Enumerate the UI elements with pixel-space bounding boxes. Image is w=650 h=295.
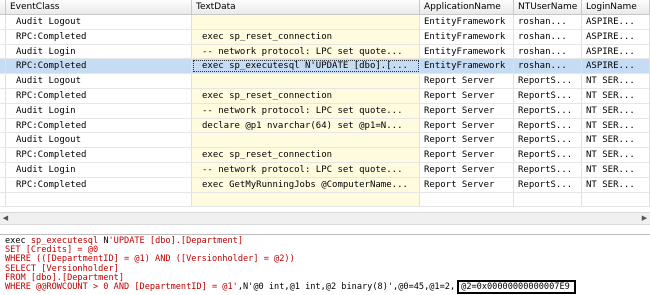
scroll-left-arrow-icon[interactable]: ◀ <box>0 213 11 224</box>
cell-applicationname: EntityFramework <box>420 29 514 44</box>
cell-loginname: NT SER... <box>582 148 650 162</box>
horizontal-scrollbar[interactable]: ◀ ▶ <box>0 212 650 225</box>
cell-loginname: NT SER... <box>582 133 650 148</box>
cell-eventclass: Audit Logout <box>6 133 192 148</box>
cell-textdata <box>192 192 420 207</box>
cell-textdata: exec sp_reset_connection <box>192 29 420 44</box>
cell-applicationname: Report Server <box>420 103 514 118</box>
textdata-detail-pane[interactable]: exec sp_executesql N'UPDATE [dbo].[Depar… <box>0 234 650 295</box>
table-row[interactable]: RPC:Completed exec sp_reset_connection Ent… <box>0 29 650 45</box>
cell-eventclass: Audit Logout <box>6 15 192 29</box>
grid-header: EventClass TextData ApplicationName NTUs… <box>0 0 650 15</box>
column-header-loginname[interactable]: LoginName <box>582 0 650 14</box>
highlighted-version-param: @2=0x00000000000007E9 <box>457 280 576 295</box>
cell-loginname: NT SER... <box>582 74 650 88</box>
cell-eventclass <box>6 192 192 207</box>
cell-ntusername: ReportS... <box>514 74 582 88</box>
table-row[interactable]: RPC:Completed exec sp_reset_connection Rep… <box>0 88 650 104</box>
cell-ntusername: ReportS... <box>514 177 582 192</box>
table-row[interactable] <box>0 192 650 208</box>
cell-loginname <box>582 192 650 207</box>
cell-textdata: declare @p1 nvarchar(64) set @p1=N... <box>192 118 420 133</box>
cell-textdata <box>192 133 420 148</box>
table-row[interactable]: Audit Logout EntityFramework roshan... ASPI… <box>0 15 650 30</box>
table-row[interactable]: RPC:Completed exec GetMyRunningJobs @Comp… <box>0 177 650 193</box>
cell-loginname: NT SER... <box>582 88 650 103</box>
cell-eventclass: RPC:Completed <box>6 59 192 74</box>
sql-line-6: WHERE @@ROWCOUNT > 0 AND [DepartmentID] … <box>5 282 238 293</box>
cell-eventclass: Audit Login <box>6 162 192 177</box>
column-header-textdata[interactable]: TextData <box>192 0 420 14</box>
table-row[interactable]: Audit Logout Report Server ReportS... NT SE… <box>0 74 650 89</box>
cell-applicationname: Report Server <box>420 118 514 133</box>
cell-loginname: NT SER... <box>582 103 650 118</box>
cell-textdata: -- network protocol: LPC set quote... <box>192 44 420 59</box>
cell-loginname: ASPIRE... <box>582 59 650 74</box>
cell-eventclass: Audit Login <box>6 44 192 59</box>
cell-ntusername: ReportS... <box>514 148 582 162</box>
table-row[interactable]: RPC:Completed exec sp_executesql N'UPDATE… <box>0 59 650 75</box>
cell-textdata <box>192 74 420 88</box>
sql-line-1: 'UPDATE [dbo].[Department] <box>108 236 244 246</box>
cell-applicationname: Report Server <box>420 177 514 192</box>
cell-ntusername: ReportS... <box>514 103 582 118</box>
cell-eventclass: RPC:Completed <box>6 148 192 162</box>
scroll-right-arrow-icon[interactable]: ▶ <box>639 213 650 224</box>
cell-ntusername: ReportS... <box>514 133 582 148</box>
cell-applicationname: Report Server <box>420 148 514 162</box>
cell-loginname: NT SER... <box>582 177 650 192</box>
trace-grid: EventClass TextData ApplicationName NTUs… <box>0 0 650 212</box>
cell-textdata: exec sp_executesql N'UPDATE [dbo].[... <box>192 59 420 74</box>
cell-eventclass: Audit Login <box>6 103 192 118</box>
cell-ntusername <box>514 192 582 207</box>
cell-applicationname <box>420 192 514 207</box>
cell-textdata: exec sp_reset_connection <box>192 88 420 103</box>
column-header-eventclass[interactable]: EventClass <box>6 0 192 14</box>
cell-eventclass: RPC:Completed <box>6 118 192 133</box>
cell-applicationname: Report Server <box>420 133 514 148</box>
cell-textdata: -- network protocol: LPC set quote... <box>192 103 420 118</box>
cell-ntusername: roshan... <box>514 15 582 29</box>
cell-eventclass: RPC:Completed <box>6 177 192 192</box>
cell-ntusername: roshan... <box>514 59 582 74</box>
table-row[interactable]: RPC:Completed exec sp_reset_connection Rep… <box>0 148 650 163</box>
sql-n-prefix: N <box>98 236 109 246</box>
cell-applicationname: Report Server <box>420 74 514 88</box>
cell-textdata <box>192 15 420 29</box>
cell-textdata: -- network protocol: LPC set quote... <box>192 162 420 177</box>
cell-textdata: exec GetMyRunningJobs @ComputerName... <box>192 177 420 192</box>
cell-ntusername: roshan... <box>514 29 582 44</box>
cell-loginname: ASPIRE... <box>582 29 650 44</box>
cell-ntusername: ReportS... <box>514 162 582 177</box>
cell-applicationname: Report Server <box>420 162 514 177</box>
cell-applicationname: EntityFramework <box>420 15 514 29</box>
cell-eventclass: RPC:Completed <box>6 29 192 44</box>
cell-loginname: ASPIRE... <box>582 15 650 29</box>
table-row[interactable]: Audit Logout Report Server ReportS... NT SE… <box>0 133 650 149</box>
cell-ntusername: roshan... <box>514 44 582 59</box>
cell-textdata: exec sp_reset_connection <box>192 148 420 162</box>
sql-params: ,N'@0 int,@1 int,@2 binary(8)',@0=45,@1=… <box>237 282 456 293</box>
table-row[interactable]: Audit Login -- network protocol: LPC set … <box>0 44 650 60</box>
column-header-applicationname[interactable]: ApplicationName <box>420 0 514 14</box>
table-row[interactable]: Audit Login -- network protocol: LPC set … <box>0 103 650 119</box>
table-row[interactable]: Audit Login -- network protocol: LPC set … <box>0 162 650 178</box>
cell-applicationname: Report Server <box>420 88 514 103</box>
cell-ntusername: ReportS... <box>514 118 582 133</box>
cell-ntusername: ReportS... <box>514 88 582 103</box>
cell-eventclass: Audit Logout <box>6 74 192 88</box>
cell-applicationname: EntityFramework <box>420 44 514 59</box>
table-row[interactable]: RPC:Completed declare @p1 nvarchar(64) se… <box>0 118 650 134</box>
grid-rows: Audit Logout EntityFramework roshan... ASPI… <box>0 15 650 208</box>
cell-eventclass: RPC:Completed <box>6 88 192 103</box>
cell-loginname: NT SER... <box>582 118 650 133</box>
cell-loginname: ASPIRE... <box>582 44 650 59</box>
column-header-ntusername[interactable]: NTUserName <box>514 0 582 14</box>
cell-applicationname: EntityFramework <box>420 59 514 74</box>
cell-loginname: NT SER... <box>582 162 650 177</box>
